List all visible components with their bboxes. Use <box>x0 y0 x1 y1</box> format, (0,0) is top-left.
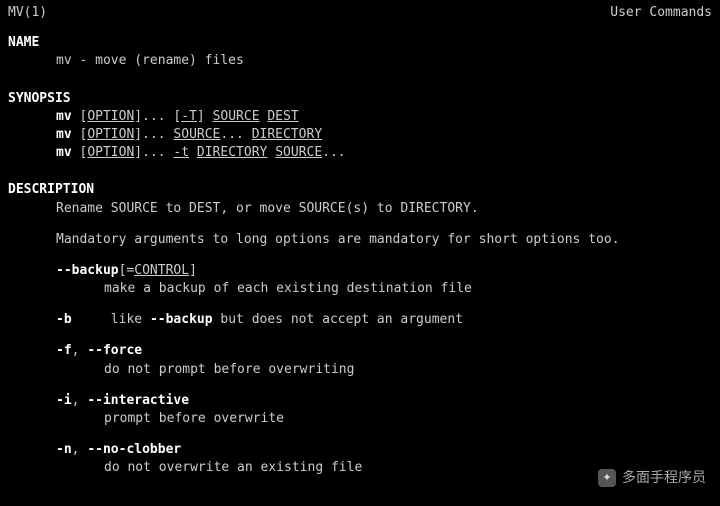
option-force: -f, --force <box>8 342 712 360</box>
description-line-2: Mandatory arguments to long options are … <box>8 231 712 249</box>
synopsis-line-1: mv [OPTION]... [-T] SOURCE DEST <box>8 108 712 126</box>
watermark: ✦ 多面手程序员 <box>598 468 706 488</box>
synopsis-line-2: mv [OPTION]... SOURCE... DIRECTORY <box>8 126 712 144</box>
option-force-desc: do not prompt before overwriting <box>8 361 712 379</box>
man-page: MV(1) User Commands NAME mv - move (rena… <box>0 0 720 482</box>
header-right: User Commands <box>610 4 712 22</box>
header-left: MV(1) <box>8 4 47 22</box>
watermark-icon: ✦ <box>598 469 616 487</box>
synopsis-line-3: mv [OPTION]... -t DIRECTORY SOURCE... <box>8 144 712 162</box>
option-b: -b like --backup but does not accept an … <box>8 311 712 329</box>
section-description-label: DESCRIPTION <box>8 181 712 199</box>
option-interactive: -i, --interactive <box>8 392 712 410</box>
man-header: MV(1) User Commands <box>8 4 712 22</box>
watermark-text: 多面手程序员 <box>622 468 706 488</box>
name-text: mv - move (rename) files <box>8 52 712 70</box>
option-noclobber: -n, --no-clobber <box>8 441 712 459</box>
description-line-1: Rename SOURCE to DEST, or move SOURCE(s)… <box>8 200 712 218</box>
section-name-label: NAME <box>8 34 712 52</box>
option-interactive-desc: prompt before overwrite <box>8 410 712 428</box>
section-synopsis-label: SYNOPSIS <box>8 90 712 108</box>
option-backup: --backup[=CONTROL] <box>8 262 712 280</box>
option-backup-desc: make a backup of each existing destinati… <box>8 280 712 298</box>
